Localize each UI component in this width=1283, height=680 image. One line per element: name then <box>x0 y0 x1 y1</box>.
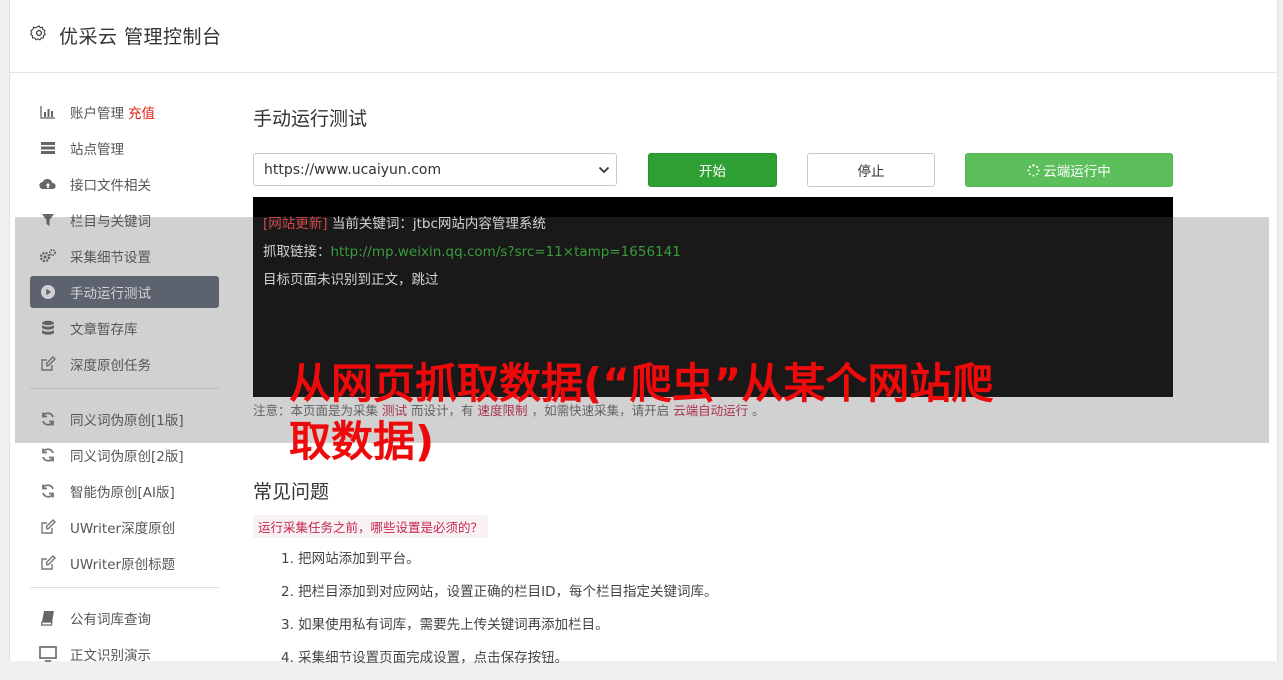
sidebar-item-label: 正文识别演示 <box>70 648 151 664</box>
recharge-link[interactable]: 充值 <box>128 102 155 122</box>
site-select[interactable]: https://www.ucaiyun.com <box>253 153 617 186</box>
sidebar-item-uwriter-deep[interactable]: UWriter深度原创 <box>30 511 219 543</box>
sidebar-item-account[interactable]: 账户管理 充值 <box>30 96 219 128</box>
monitor-icon <box>39 645 57 663</box>
overlay-caption: 从网页抓取数据(“爬虫”从某个网站爬取数据) <box>289 359 994 466</box>
edit-icon <box>39 554 57 572</box>
sidebar-item-text-recognition[interactable]: 正文识别演示 <box>30 638 219 670</box>
sidebar-divider <box>30 587 219 588</box>
refresh-icon <box>39 482 57 500</box>
site-select-value: https://www.ucaiyun.com <box>264 161 442 178</box>
gear-icon <box>30 25 46 41</box>
sidebar-item-synonym-v2[interactable]: 同义词伪原创[2版] <box>30 439 219 471</box>
sidebar-item-sites[interactable]: 站点管理 <box>30 132 219 164</box>
sidebar-item-ai-rewrite[interactable]: 智能伪原创[AI版] <box>30 475 219 507</box>
sidebar-item-label: 站点管理 <box>70 142 124 158</box>
refresh-icon <box>39 446 57 464</box>
sidebar-item-public-lexicon[interactable]: 公有词库查询 <box>30 602 219 634</box>
book-icon <box>39 609 57 627</box>
list-item: 2. 把栏目添加到对应网站，设置正确的栏目ID，每个栏目指定关键词库。 <box>281 584 718 600</box>
list-item: 1. 把网站添加到平台。 <box>281 551 420 567</box>
sidebar-item-label: UWriter深度原创 <box>70 521 176 537</box>
sidebar-item-label: 接口文件相关 <box>70 178 151 194</box>
faq-title: 常见问题 <box>253 481 330 503</box>
cloud-run-label: 云端运行中 <box>1043 164 1111 180</box>
page-title: 手动运行测试 <box>253 108 368 130</box>
sidebar-item-label: 公有词库查询 <box>70 612 151 628</box>
sidebar-item-label: 同义词伪原创[2版] <box>70 449 184 465</box>
bar-chart-icon <box>39 103 57 121</box>
app-title: 优采云 管理控制台 <box>59 26 222 48</box>
sidebar-item-uwriter-title[interactable]: UWriter原创标题 <box>30 547 219 579</box>
stop-button[interactable]: 停止 <box>807 153 935 187</box>
list-item: 3. 如果使用私有词库，需要先上传关键词再添加栏目。 <box>281 617 609 633</box>
spinner-icon <box>1027 163 1040 177</box>
list-item: 4. 采集细节设置页面完成设置，点击保存按钮。 <box>281 650 569 666</box>
start-button[interactable]: 开始 <box>648 153 777 187</box>
edit-icon <box>39 518 57 536</box>
sidebar-item-interface-files[interactable]: 接口文件相关 <box>30 168 219 200</box>
chevron-down-icon <box>598 166 610 174</box>
cloud-upload-icon <box>39 175 57 193</box>
sidebar-item-label: 智能伪原创[AI版] <box>70 485 175 501</box>
server-icon <box>39 139 57 157</box>
sidebar-item-label: 账户管理 <box>70 106 124 122</box>
faq-question: 运行采集任务之前，哪些设置是必须的？ <box>253 515 489 538</box>
sidebar-item-label: UWriter原创标题 <box>70 557 176 573</box>
cloud-run-button[interactable]: 云端运行中 <box>965 153 1173 187</box>
faq-steps: 1. 把网站添加到平台。 2. 把栏目添加到对应网站，设置正确的栏目ID，每个栏… <box>281 548 718 680</box>
